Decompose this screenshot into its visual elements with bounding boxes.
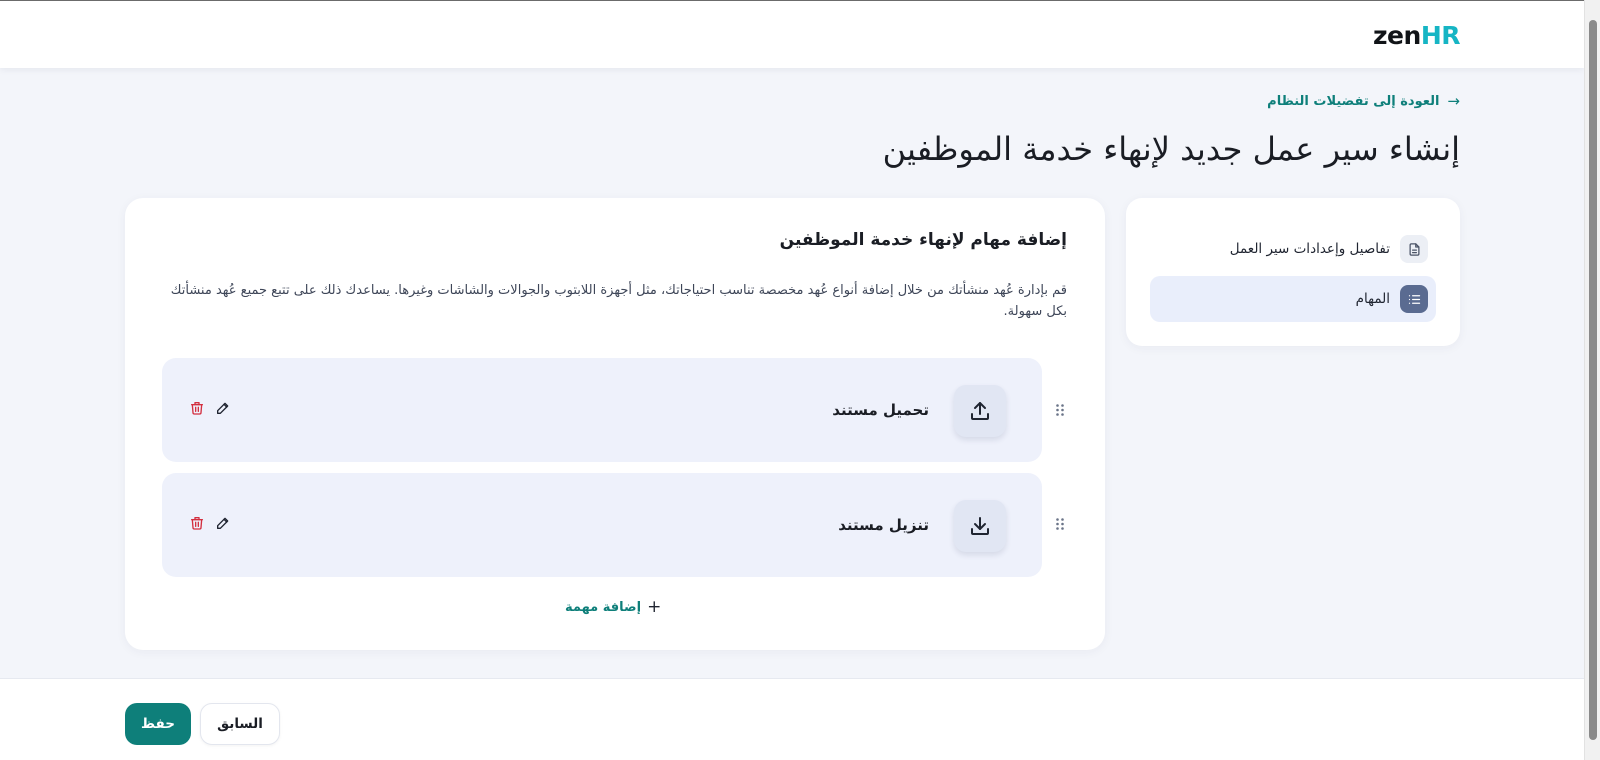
previous-button[interactable]: السابق xyxy=(200,703,280,745)
top-bar: zenHR xyxy=(0,0,1584,68)
delete-icon[interactable] xyxy=(189,515,205,531)
task-item-upload-document[interactable]: تحميل مستند xyxy=(162,358,1042,462)
tasks-card: إضافة مهام لإنهاء خدمة الموظفين قم بإدار… xyxy=(125,198,1105,650)
document-icon xyxy=(1400,235,1428,263)
edit-icon[interactable] xyxy=(215,515,231,531)
task-label: تحميل مستند xyxy=(832,401,929,419)
list-icon xyxy=(1400,285,1428,313)
arrow-right-icon: → xyxy=(1447,92,1460,110)
step-workflow-details[interactable]: تفاصيل وإعدادات سير العمل xyxy=(1150,226,1436,272)
logo-hr: HR xyxy=(1420,21,1461,50)
drag-handle-icon[interactable] xyxy=(1052,516,1068,532)
task-label: تنزيل مستند xyxy=(838,516,929,534)
drag-handle-icon[interactable] xyxy=(1052,402,1068,418)
zenhr-logo[interactable]: zenHR xyxy=(1373,21,1461,50)
back-to-system-preferences-link[interactable]: → العودة إلى تفضيلات النظام xyxy=(1267,92,1460,110)
footer-bar: حفظ السابق xyxy=(0,678,1584,760)
workflow-steps-nav: تفاصيل وإعدادات سير العمل المهام xyxy=(1126,198,1460,346)
add-task-label: إضافة مهمة xyxy=(565,599,642,615)
add-task-button[interactable]: + إضافة مهمة xyxy=(565,597,661,617)
task-actions xyxy=(189,515,231,531)
task-item-download-document[interactable]: تنزيل مستند xyxy=(162,473,1042,577)
scrollbar-thumb[interactable] xyxy=(1589,20,1597,740)
page-scrollbar[interactable] xyxy=(1584,0,1600,760)
page-title: إنشاء سير عمل جديد لإنهاء خدمة الموظفين xyxy=(882,130,1460,168)
plus-icon: + xyxy=(647,597,662,617)
step-label: المهام xyxy=(1355,291,1390,307)
section-title: إضافة مهام لإنهاء خدمة الموظفين xyxy=(779,230,1067,250)
logo-zen: zen xyxy=(1373,21,1421,50)
save-button[interactable]: حفظ xyxy=(125,703,191,745)
download-icon xyxy=(954,500,1006,552)
task-actions xyxy=(189,400,231,416)
delete-icon[interactable] xyxy=(189,400,205,416)
step-label: تفاصيل وإعدادات سير العمل xyxy=(1229,241,1390,257)
upload-icon xyxy=(954,385,1006,437)
edit-icon[interactable] xyxy=(215,400,231,416)
step-tasks[interactable]: المهام xyxy=(1150,276,1436,322)
section-description: قم بإدارة عُهد منشأتك من خلال إضافة أنوا… xyxy=(170,283,1067,319)
back-link-label: العودة إلى تفضيلات النظام xyxy=(1267,93,1440,109)
